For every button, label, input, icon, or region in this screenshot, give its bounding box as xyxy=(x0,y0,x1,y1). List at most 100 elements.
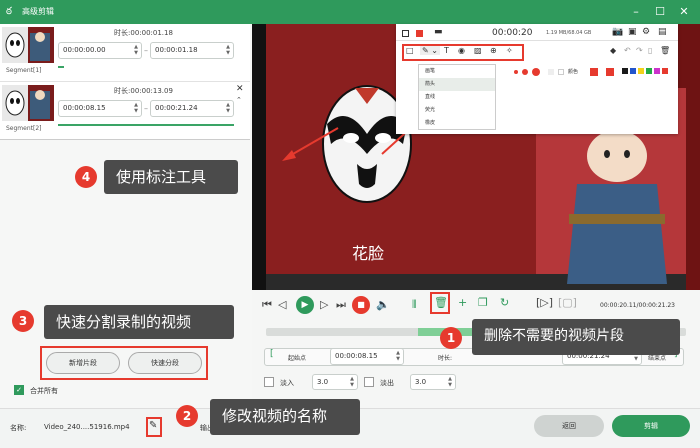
duration-label: 时长: xyxy=(438,355,453,362)
menu-item[interactable]: 荧光 xyxy=(419,104,495,117)
stop-button[interactable]: ■ xyxy=(352,296,370,314)
segment-item[interactable]: Segment[1] 时长:00:00:01.18 00:00:00.00 ▲ ▼ … xyxy=(0,24,250,82)
fade-out-checkbox[interactable] xyxy=(364,377,374,387)
skip-end-icon[interactable]: ⏭ xyxy=(336,298,346,312)
segment-start-input[interactable]: 00:00:00.00 ▲ ▼ xyxy=(58,42,142,59)
volume-icon[interactable]: 🔈 xyxy=(376,298,390,311)
rectangle-tool-icon[interactable]: □ xyxy=(406,46,414,55)
start-bracket-icon: [ xyxy=(270,349,274,359)
annotation-callout-4: 使用标注工具 xyxy=(104,160,238,194)
add-icon[interactable]: + xyxy=(458,296,467,309)
annotation-badge-2: 2 xyxy=(176,405,198,427)
segment-label: Segment[2] xyxy=(6,125,42,132)
segment-label: Segment[1] xyxy=(6,67,42,74)
name-label: 名称: xyxy=(10,424,27,432)
maximize-button[interactable]: ☐ xyxy=(652,4,668,20)
segment-duration: 时长:00:00:13.09 xyxy=(114,87,173,95)
play-button[interactable]: ▶ xyxy=(296,296,314,314)
file-size-info: 1.19 MB/68.04 GB xyxy=(546,30,592,36)
edit-name-icon[interactable]: ✎ xyxy=(149,420,157,431)
copy-icon[interactable]: ❐ xyxy=(478,296,488,309)
fade-in-input[interactable]: 3.0 ▲ ▼ xyxy=(312,374,358,390)
minimize-button[interactable]: – xyxy=(628,4,644,20)
redo-icon[interactable]: ↷ xyxy=(636,46,643,55)
color-swatch[interactable] xyxy=(638,68,644,74)
blur-tool-icon[interactable]: ◉ xyxy=(458,46,465,55)
window-title: 高级剪辑 xyxy=(22,7,54,16)
start-time-input[interactable]: 00:00:08.15 ▲ ▼ xyxy=(330,348,404,365)
close-button[interactable]: ✕ xyxy=(676,4,692,20)
color-swatch[interactable] xyxy=(548,69,554,75)
fade-out-label: 淡出 xyxy=(380,379,394,387)
segment-start-input[interactable]: 00:00:08.15 ▲ ▼ xyxy=(58,100,142,117)
settings-icon[interactable]: ⚙ xyxy=(642,27,650,37)
segment-end-input[interactable]: 00:00:01.18 ▲ ▼ xyxy=(150,42,234,59)
color-swatch[interactable] xyxy=(662,68,668,74)
size-dot-medium[interactable] xyxy=(522,69,528,75)
color-swatch[interactable] xyxy=(622,68,628,74)
color-swatch[interactable] xyxy=(654,68,660,74)
quick-split-button[interactable]: 快速分段 xyxy=(128,352,202,374)
segment-item[interactable]: Segment[2] 时长:00:00:13.09 ✕ ⌃ 00:00:08.1… xyxy=(0,82,250,140)
annotation-callout-3: 快速分割录制的视频 xyxy=(44,305,234,339)
undo-icon[interactable]: ↶ xyxy=(624,46,631,55)
time-display: 00:00:20.11/00:00:21.23 xyxy=(600,302,675,309)
image-tool-icon[interactable]: ▨ xyxy=(474,46,482,55)
color-swatch-red[interactable] xyxy=(590,68,598,76)
segment-panel: Segment[1] 时长:00:00:01.18 00:00:00.00 ▲ ▼ … xyxy=(0,24,252,448)
color-swatch[interactable] xyxy=(558,69,564,75)
chevron-up-icon[interactable]: ⌃ xyxy=(236,96,242,104)
size-dot-small[interactable] xyxy=(514,70,518,74)
trash-icon[interactable]: 🗑 xyxy=(660,46,670,55)
size-dot-large[interactable] xyxy=(532,68,540,76)
menu-item[interactable]: 画笔 xyxy=(419,65,495,78)
color-swatch[interactable] xyxy=(630,68,636,74)
pen-tool-icon[interactable]: ✎ ⌄ xyxy=(420,46,440,55)
fade-in-checkbox[interactable] xyxy=(264,377,274,387)
toolbox-icon[interactable]: ▤ xyxy=(658,27,667,37)
segment-end-input[interactable]: 00:00:21.24 ▲ ▼ xyxy=(150,100,234,117)
crop-icon[interactable]: [▢] xyxy=(558,296,577,309)
fade-out-input[interactable]: 3.0 ▲ ▼ xyxy=(410,374,456,390)
menu-item[interactable]: 箭头 xyxy=(419,78,495,91)
annotation-callout-1: 删除不需要的视频片段 xyxy=(472,319,680,355)
set-start-button[interactable]: 起始点 xyxy=(288,353,306,362)
color-label: 颜色 xyxy=(568,69,579,75)
color-swatch[interactable] xyxy=(606,68,614,76)
next-frame-icon[interactable]: ▷ xyxy=(320,298,328,311)
file-name: Video_240....51916.mp4 xyxy=(44,423,130,431)
range-dash: – xyxy=(144,46,148,55)
delete-segment-icon[interactable]: ✕ xyxy=(236,84,244,94)
menu-item[interactable]: 直线 xyxy=(419,91,495,104)
segment-thumbnail xyxy=(2,85,54,121)
back-button[interactable]: 返回 xyxy=(534,415,604,437)
new-segment-button[interactable]: 新增片段 xyxy=(46,352,120,374)
clear-icon[interactable]: ▯ xyxy=(648,46,652,55)
minimize-icon[interactable]: ▬ xyxy=(434,27,443,37)
spotlight-tool-icon[interactable]: ✧ xyxy=(506,46,513,55)
zoom-tool-icon[interactable]: ⊕ xyxy=(490,46,497,55)
prev-frame-icon[interactable]: ◁ xyxy=(278,298,286,311)
eraser-icon[interactable]: ◆ xyxy=(610,46,616,55)
stop-icon[interactable] xyxy=(402,30,409,37)
merge-all-checkbox[interactable]: ✓ xyxy=(14,385,24,395)
skip-start-icon[interactable]: ⏮ xyxy=(262,298,272,312)
color-swatch[interactable] xyxy=(646,68,652,74)
text-tool-icon[interactable]: T xyxy=(444,46,449,55)
screenshot-icon[interactable]: ▣ xyxy=(628,27,637,37)
fit-icon[interactable]: [▷] xyxy=(536,296,553,309)
pen-dropdown-menu: 画笔 箭头 直线 荧光 橡皮 xyxy=(418,64,496,130)
trash-icon[interactable]: 🗑 xyxy=(434,296,448,309)
annotation-badge-4: 4 xyxy=(75,166,97,188)
camera-icon[interactable]: 📷 xyxy=(612,27,623,37)
record-icon[interactable] xyxy=(416,30,423,37)
split-icon[interactable]: ⫴ xyxy=(412,298,417,312)
menu-item[interactable]: 橡皮 xyxy=(419,117,495,130)
cut-button[interactable]: 剪辑 xyxy=(612,415,690,437)
segment-range-bar xyxy=(58,66,64,68)
recording-timer: 00:00:20 xyxy=(492,28,533,38)
reset-icon[interactable]: ↻ xyxy=(500,296,509,309)
segment-range-bar xyxy=(58,124,234,126)
title-bar: ఠ 高级剪辑 – ☐ ✕ xyxy=(0,0,700,24)
segment-thumbnail xyxy=(2,27,54,63)
